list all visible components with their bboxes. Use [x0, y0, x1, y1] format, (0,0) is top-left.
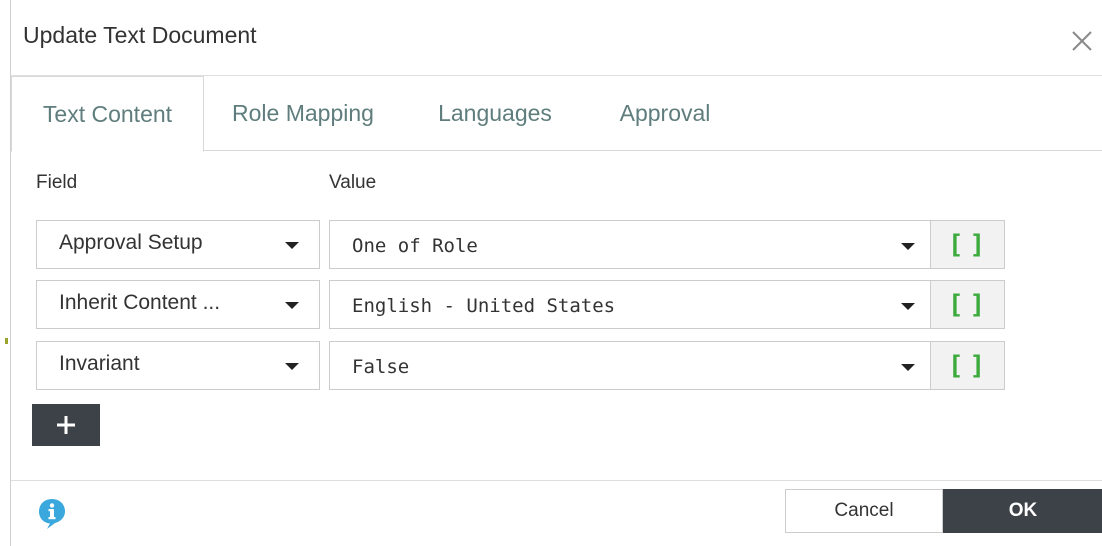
cancel-button[interactable]: Cancel — [785, 489, 943, 533]
value-dropdown[interactable]: English - United States — [329, 280, 931, 329]
value-dropdown[interactable]: One of Role — [329, 220, 931, 269]
field-row: Inherit Content ... English - United Sta… — [11, 280, 1102, 329]
field-row: Invariant False [] — [11, 341, 1102, 390]
field-dropdown-value: Inherit Content ... — [59, 291, 221, 314]
expression-button[interactable]: [] — [931, 341, 1005, 390]
value-dropdown-value: English - United States — [352, 295, 616, 317]
chevron-down-icon — [285, 363, 299, 370]
value-dropdown-value: One of Role — [352, 235, 478, 257]
plus-icon — [57, 416, 75, 434]
add-field-button[interactable] — [32, 404, 100, 446]
tab-languages[interactable]: Languages — [425, 76, 565, 151]
value-column-header: Value — [329, 172, 377, 193]
chevron-down-icon — [901, 364, 915, 371]
tab-approval[interactable]: Approval — [605, 76, 725, 151]
field-dropdown[interactable]: Invariant — [36, 341, 320, 390]
tab-text-content[interactable]: Text Content — [11, 76, 204, 152]
info-icon[interactable] — [37, 497, 67, 531]
update-text-document-dialog: Update Text Document Text Content Role M… — [10, 0, 1102, 546]
field-row: Approval Setup One of Role [] — [11, 220, 1102, 269]
dialog-footer: Cancel OK — [11, 480, 1102, 546]
dialog-titlebar: Update Text Document — [11, 0, 1102, 76]
field-dropdown[interactable]: Inherit Content ... — [36, 280, 320, 329]
value-dropdown[interactable]: False — [329, 341, 931, 390]
value-dropdown-value: False — [352, 356, 410, 378]
chevron-down-icon — [901, 303, 915, 310]
chevron-down-icon — [285, 242, 299, 249]
chevron-down-icon — [285, 302, 299, 309]
field-dropdown-value: Approval Setup — [59, 231, 203, 254]
expression-button[interactable]: [] — [931, 220, 1005, 269]
edge-marker — [5, 338, 8, 344]
expression-button[interactable]: [] — [931, 280, 1005, 329]
dialog-title: Update Text Document — [23, 22, 257, 48]
tab-bar: Text Content Role Mapping Languages Appr… — [11, 76, 1102, 152]
field-dropdown-value: Invariant — [59, 352, 140, 375]
chevron-down-icon — [901, 243, 915, 250]
tab-role-mapping[interactable]: Role Mapping — [219, 76, 387, 151]
ok-button[interactable]: OK — [943, 489, 1102, 533]
field-column-header: Field — [36, 172, 78, 193]
field-dropdown[interactable]: Approval Setup — [36, 220, 320, 269]
close-icon[interactable] — [1069, 28, 1095, 54]
